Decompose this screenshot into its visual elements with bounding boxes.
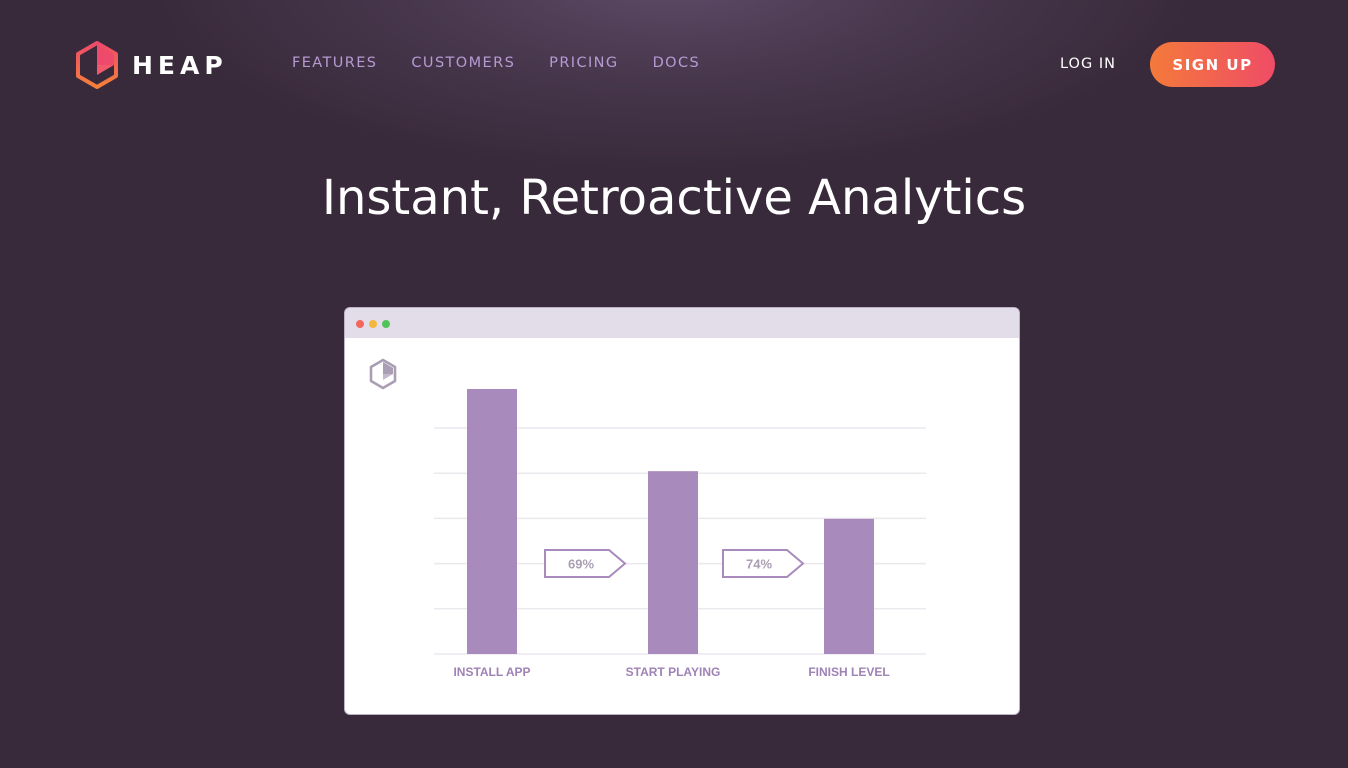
- bar-install-app: [467, 389, 517, 654]
- conversion-label: 69%: [568, 557, 594, 572]
- brand-name: HEAP: [132, 50, 228, 80]
- bar-finish-level: [824, 518, 874, 654]
- conversion-label: 74%: [746, 557, 772, 572]
- hero-title: Instant, Retroactive Analytics: [321, 170, 1027, 226]
- category-label: START PLAYING: [626, 665, 721, 679]
- nav-links: FEATURES CUSTOMERS PRICING DOCS: [292, 55, 734, 71]
- nav-link-customers[interactable]: CUSTOMERS: [411, 55, 515, 71]
- nav-link-features[interactable]: FEATURES: [292, 55, 377, 71]
- login-link[interactable]: LOG IN: [1060, 56, 1116, 72]
- top-nav: HEAP FEATURES CUSTOMERS PRICING DOCS LOG…: [0, 0, 1348, 130]
- category-label: INSTALL APP: [453, 665, 530, 679]
- nav-link-pricing[interactable]: PRICING: [549, 55, 618, 71]
- category-label: FINISH LEVEL: [808, 665, 889, 679]
- signup-button[interactable]: SIGN UP: [1150, 42, 1275, 87]
- funnel-chart: INSTALL APP START PLAYING FINISH LEVEL 69% 7…: [434, 389, 926, 679]
- heap-hexagon-icon: [76, 41, 118, 89]
- bar-start-playing: [648, 471, 698, 654]
- brand-logo[interactable]: HEAP: [74, 40, 234, 90]
- nav-link-docs[interactable]: DOCS: [653, 55, 701, 71]
